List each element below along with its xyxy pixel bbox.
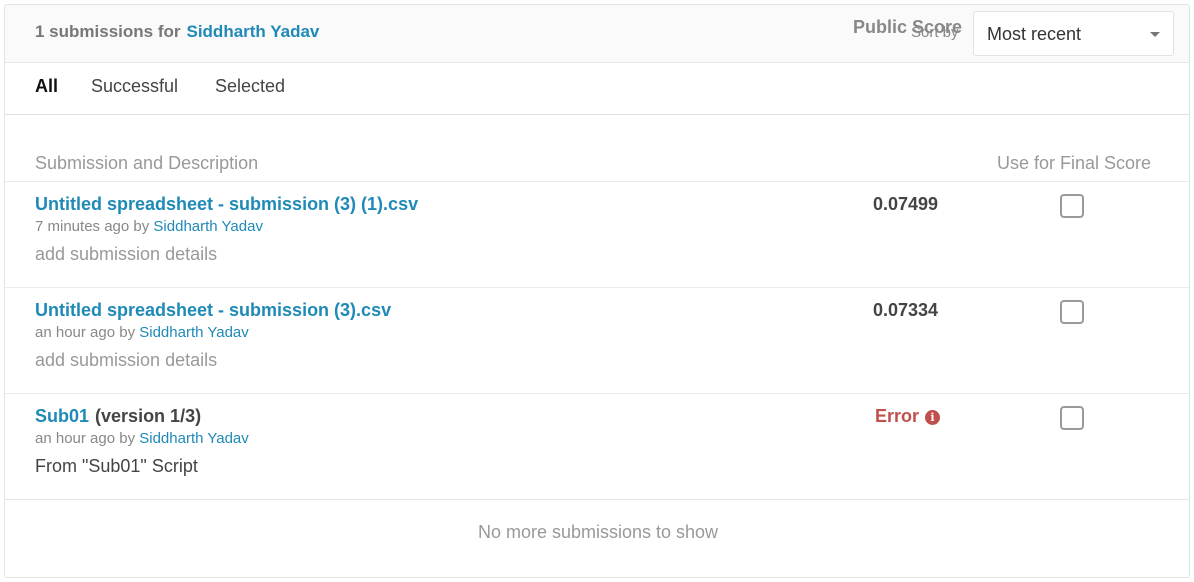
- public-score: 0.07499: [873, 194, 939, 214]
- submission-meta: an hour ago by Siddharth Yadav: [35, 324, 249, 341]
- column-header-public-score[interactable]: Public Score: [853, 17, 962, 38]
- submission-user-link[interactable]: Siddharth Yadav: [139, 324, 249, 341]
- tab-successful[interactable]: Successful: [91, 76, 178, 97]
- submission-version: (version 1/3): [95, 406, 202, 426]
- submission-title: Untitled spreadsheet - submission (3).cs…: [35, 300, 391, 321]
- final-score-checkbox[interactable]: [1060, 406, 1084, 430]
- tab-selected[interactable]: Selected: [215, 76, 285, 97]
- filter-tabs: All Successful Selected: [5, 63, 1189, 115]
- submission-time: 7 minutes ago by: [35, 218, 150, 235]
- submission-script-link[interactable]: Sub01: [35, 406, 89, 426]
- submission-row: Untitled spreadsheet - submission (3).cs…: [5, 287, 1189, 393]
- submission-row: Untitled spreadsheet - submission (3) (1…: [5, 181, 1189, 287]
- column-header-final-score: Use for Final Score: [997, 153, 1152, 173]
- public-score: 0.07334: [873, 300, 939, 320]
- info-icon[interactable]: i: [925, 410, 941, 425]
- column-header-submission: Submission and Description: [35, 153, 259, 173]
- submission-time: an hour ago by: [35, 324, 136, 341]
- submissions-footer: No more submissions to show: [5, 499, 1189, 577]
- sort-select[interactable]: Most recent: [973, 11, 1174, 56]
- submission-user-link[interactable]: Siddharth Yadav: [153, 218, 263, 235]
- add-details-link[interactable]: add submission details: [35, 350, 217, 371]
- error-label: Error: [875, 406, 920, 426]
- submissions-header: 1 submissions for Siddharth Yadav Sort by…: [5, 5, 1189, 63]
- submission-meta: an hour ago by Siddharth Yadav: [35, 430, 249, 447]
- submission-file-link[interactable]: Untitled spreadsheet - submission (3).cs…: [35, 300, 391, 320]
- submission-description: From "Sub01" Script: [35, 456, 198, 476]
- add-details-link[interactable]: add submission details: [35, 244, 217, 265]
- submission-title: Untitled spreadsheet - submission (3) (1…: [35, 194, 418, 215]
- header-user-link[interactable]: Siddharth Yadav: [186, 22, 319, 41]
- submission-title: Sub01 (version 1/3): [35, 406, 201, 427]
- header-title: 1 submissions for Siddharth Yadav: [35, 22, 319, 42]
- submissions-panel: 1 submissions for Siddharth Yadav Sort by…: [4, 4, 1190, 578]
- tab-all[interactable]: All: [35, 76, 58, 97]
- submission-user-link[interactable]: Siddharth Yadav: [139, 430, 249, 447]
- submission-file-link[interactable]: Untitled spreadsheet - submission (3) (1…: [35, 194, 418, 214]
- sort-value: Most recent: [987, 24, 1082, 44]
- submission-meta: 7 minutes ago by Siddharth Yadav: [35, 218, 263, 235]
- final-score-checkbox[interactable]: [1060, 300, 1084, 324]
- submission-row: Sub01 (version 1/3) an hour ago by Siddha…: [5, 393, 1189, 499]
- submission-count: 1 submissions for: [35, 22, 181, 41]
- chevron-down-icon: [1150, 32, 1160, 37]
- submission-time: an hour ago by: [35, 430, 136, 447]
- public-score-error: Error i: [875, 406, 941, 427]
- final-score-checkbox[interactable]: [1060, 194, 1084, 218]
- no-more-submissions-text: No more submissions to show: [477, 522, 719, 542]
